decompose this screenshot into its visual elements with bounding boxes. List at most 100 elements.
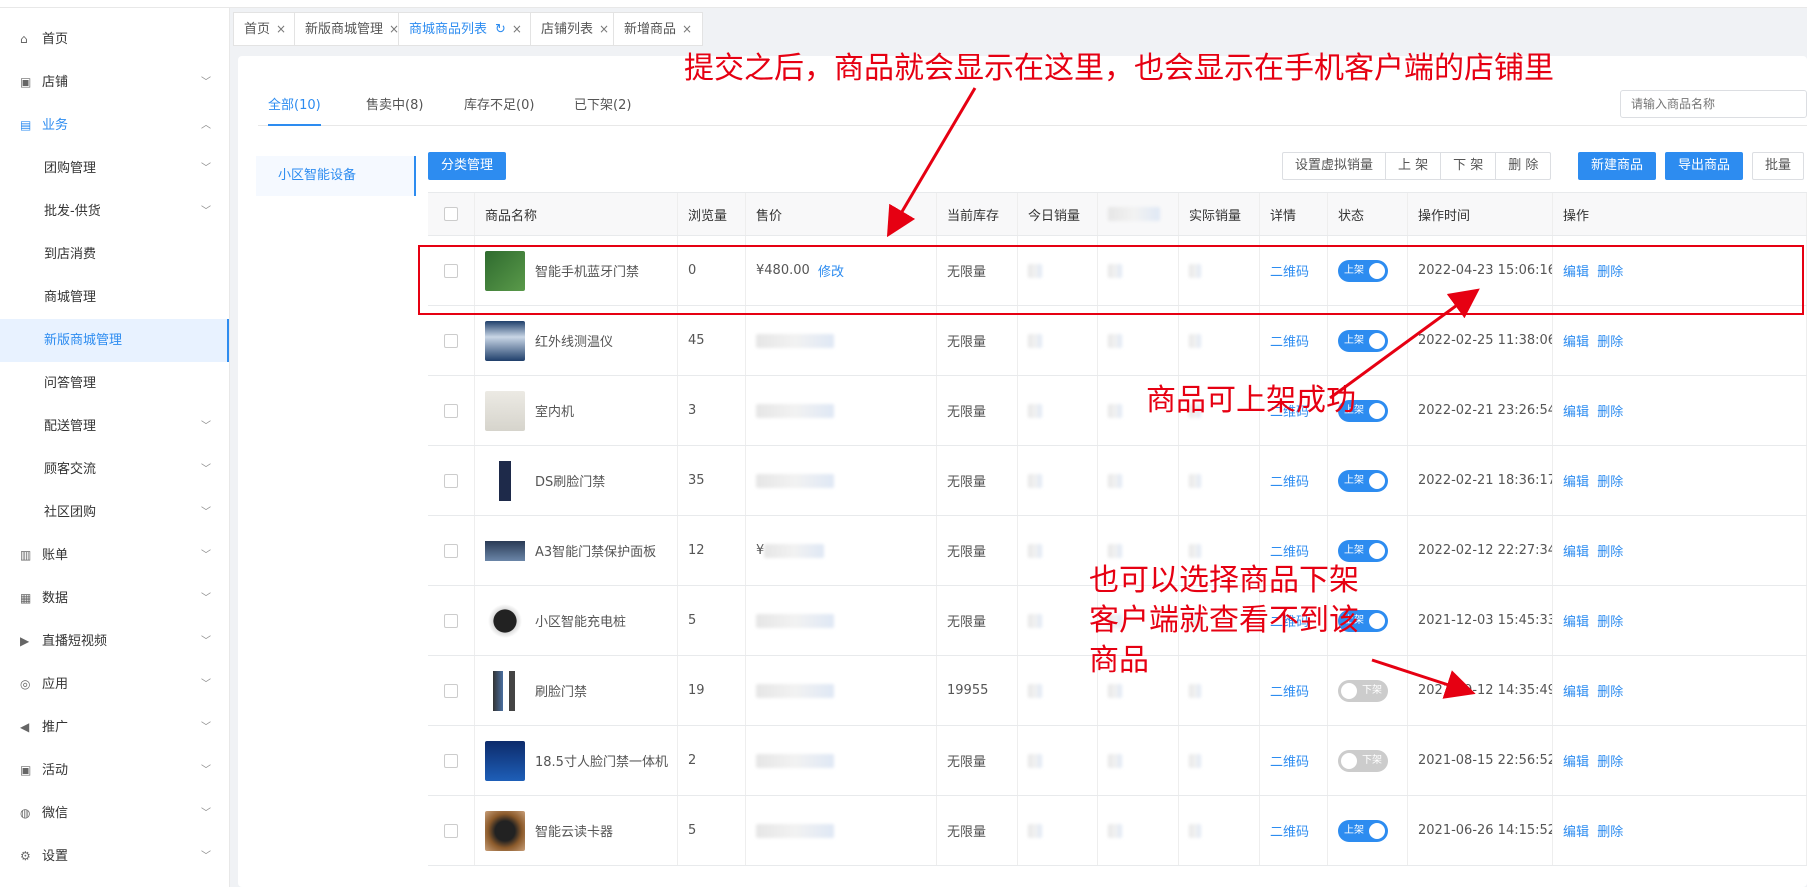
edit-link[interactable]: 编辑 — [1563, 401, 1589, 420]
delete-link[interactable]: 删除 — [1597, 471, 1623, 490]
edit-link[interactable]: 编辑 — [1563, 611, 1589, 630]
blurred-value — [1189, 333, 1201, 348]
sidebar-item-2[interactable]: ▤ 业务 ︿ — [0, 104, 229, 147]
new-product-button[interactable]: 新建商品 — [1578, 152, 1657, 180]
edit-link[interactable]: 编辑 — [1563, 821, 1589, 840]
row-checkbox[interactable] — [444, 613, 458, 628]
edit-link[interactable]: 编辑 — [1563, 471, 1589, 490]
status-toggle[interactable]: 上架 — [1338, 469, 1388, 492]
stock-value: 无限量 — [947, 335, 987, 350]
row-checkbox[interactable] — [444, 753, 458, 768]
sidebar-item-7[interactable]: 新版商城管理 — [0, 319, 229, 362]
set-virtual-sales-button[interactable]: 设置虚拟销量 — [1283, 153, 1387, 179]
status-toggle[interactable]: 上架 — [1338, 539, 1388, 562]
export-product-button[interactable]: 导出商品 — [1665, 152, 1744, 180]
subtab-on-sale[interactable]: 售卖中(8) — [366, 86, 423, 126]
business-icon: ▤ — [20, 118, 32, 132]
sidebar-item-10[interactable]: 顾客交流 ﹀ — [0, 448, 229, 491]
select-all-checkbox[interactable] — [444, 207, 458, 221]
sidebar-item-8[interactable]: 问答管理 — [0, 362, 229, 405]
tab-home[interactable]: 首页 × — [233, 12, 298, 46]
sidebar-item-11[interactable]: 社区团购 ﹀ — [0, 491, 229, 534]
status-toggle[interactable]: 上架 — [1338, 819, 1388, 842]
close-icon[interactable]: × — [682, 22, 692, 36]
product-thumbnail — [485, 810, 525, 851]
status-toggle[interactable]: 下架 — [1338, 679, 1388, 702]
tab-new-mall-management[interactable]: 新版商城管理 × — [294, 12, 411, 46]
shelve-button[interactable]: 上 架 — [1386, 153, 1442, 179]
views-count: 5 — [688, 823, 697, 838]
sidebar-item-13[interactable]: ▦ 数据 ﹀ — [0, 577, 229, 620]
sidebar-item-18[interactable]: ◍ 微信 ﹀ — [0, 792, 229, 835]
sidebar-item-12[interactable]: ▥ 账单 ﹀ — [0, 534, 229, 577]
sidebar-item-4[interactable]: 批发-供货 ﹀ — [0, 190, 229, 233]
operation-time: 2022-02-25 11:38:06 — [1418, 333, 1553, 348]
subtab-all[interactable]: 全部(10) — [268, 86, 321, 126]
tab-shop-list[interactable]: 店铺列表 × — [530, 12, 621, 46]
tab-label: 商城商品列表 — [409, 22, 488, 37]
edit-link[interactable]: 编辑 — [1563, 681, 1589, 700]
stock-value: 19955 — [947, 683, 989, 698]
delete-link[interactable]: 删除 — [1597, 541, 1623, 560]
stock-value: 无限量 — [947, 545, 987, 560]
sidebar-item-1[interactable]: ▣ 店铺 ﹀ — [0, 61, 229, 104]
sidebar-item-5[interactable]: 到店消费 — [0, 233, 229, 276]
status-toggle[interactable]: 下架 — [1338, 749, 1388, 772]
edit-link[interactable]: 编辑 — [1563, 751, 1589, 770]
chevron-down-icon: ﹀ — [201, 206, 211, 217]
sidebar-item-3[interactable]: 团购管理 ﹀ — [0, 147, 229, 190]
chevron-down-icon: ﹀ — [201, 77, 211, 88]
edit-link[interactable]: 编辑 — [1563, 331, 1589, 350]
delete-link[interactable]: 删除 — [1597, 611, 1623, 630]
chevron-down-icon: ﹀ — [201, 679, 211, 690]
chevron-down-icon: ﹀ — [201, 808, 211, 819]
close-icon[interactable]: × — [276, 22, 286, 36]
delete-link[interactable]: 删除 — [1597, 821, 1623, 840]
edit-link[interactable]: 编辑 — [1563, 541, 1589, 560]
delete-link[interactable]: 删除 — [1597, 401, 1623, 420]
delete-link[interactable]: 删除 — [1597, 331, 1623, 350]
search-input[interactable] — [1620, 90, 1807, 118]
delete-button[interactable]: 删 除 — [1496, 153, 1550, 179]
sidebar-item-17[interactable]: ▣ 活动 ﹀ — [0, 749, 229, 792]
tab-mall-product-list[interactable]: 商城商品列表 ↻ × — [398, 12, 533, 46]
close-icon[interactable]: × — [512, 22, 522, 36]
delete-link[interactable]: 删除 — [1597, 751, 1623, 770]
qrcode-link[interactable]: 二维码 — [1270, 471, 1309, 490]
row-checkbox[interactable] — [444, 683, 458, 698]
category-item[interactable]: 小区智能设备 — [256, 156, 416, 196]
sidebar-item-6[interactable]: 商城管理 — [0, 276, 229, 319]
sidebar-item-16[interactable]: ◀ 推广 ﹀ — [0, 706, 229, 749]
row-checkbox[interactable] — [444, 823, 458, 838]
sidebar-item-15[interactable]: ◎ 应用 ﹀ — [0, 663, 229, 706]
close-icon[interactable]: × — [599, 22, 609, 36]
qrcode-link[interactable]: 二维码 — [1270, 821, 1309, 840]
row-checkbox[interactable] — [444, 473, 458, 488]
row-checkbox[interactable] — [444, 543, 458, 558]
tab-label: 新版商城管理 — [305, 22, 384, 37]
sidebar-item-14[interactable]: ▶ 直播短视频 ﹀ — [0, 620, 229, 663]
subtab-low-stock[interactable]: 库存不足(0) — [464, 86, 534, 126]
product-name: 红外线测温仪 — [535, 335, 614, 350]
delete-link[interactable]: 删除 — [1597, 681, 1623, 700]
sidebar-item-19[interactable]: ⚙ 设置 ﹀ — [0, 835, 229, 878]
status-toggle[interactable]: 上架 — [1338, 329, 1388, 352]
refresh-icon[interactable]: ↻ — [495, 22, 506, 37]
sidebar-item-9[interactable]: 配送管理 ﹀ — [0, 405, 229, 448]
tab-add-product[interactable]: 新增商品 × — [613, 12, 704, 46]
qrcode-link[interactable]: 二维码 — [1270, 751, 1309, 770]
qrcode-link[interactable]: 二维码 — [1270, 541, 1309, 560]
row-checkbox[interactable] — [444, 403, 458, 418]
product-thumbnail — [485, 600, 525, 641]
col-header-time: 操作时间 — [1418, 208, 1471, 224]
subtab-off-shelf[interactable]: 已下架(2) — [574, 86, 631, 126]
tab-label: 首页 — [244, 22, 271, 37]
sidebar-item-0[interactable]: ⌂ 首页 — [0, 18, 229, 61]
batch-button[interactable]: 批量 — [1752, 152, 1805, 180]
qrcode-link[interactable]: 二维码 — [1270, 681, 1309, 700]
row-checkbox[interactable] — [444, 333, 458, 348]
category-manage-button[interactable]: 分类管理 — [428, 152, 507, 180]
blurred-value — [1028, 613, 1042, 628]
unshelve-button[interactable]: 下 架 — [1441, 153, 1497, 179]
qrcode-link[interactable]: 二维码 — [1270, 331, 1309, 350]
